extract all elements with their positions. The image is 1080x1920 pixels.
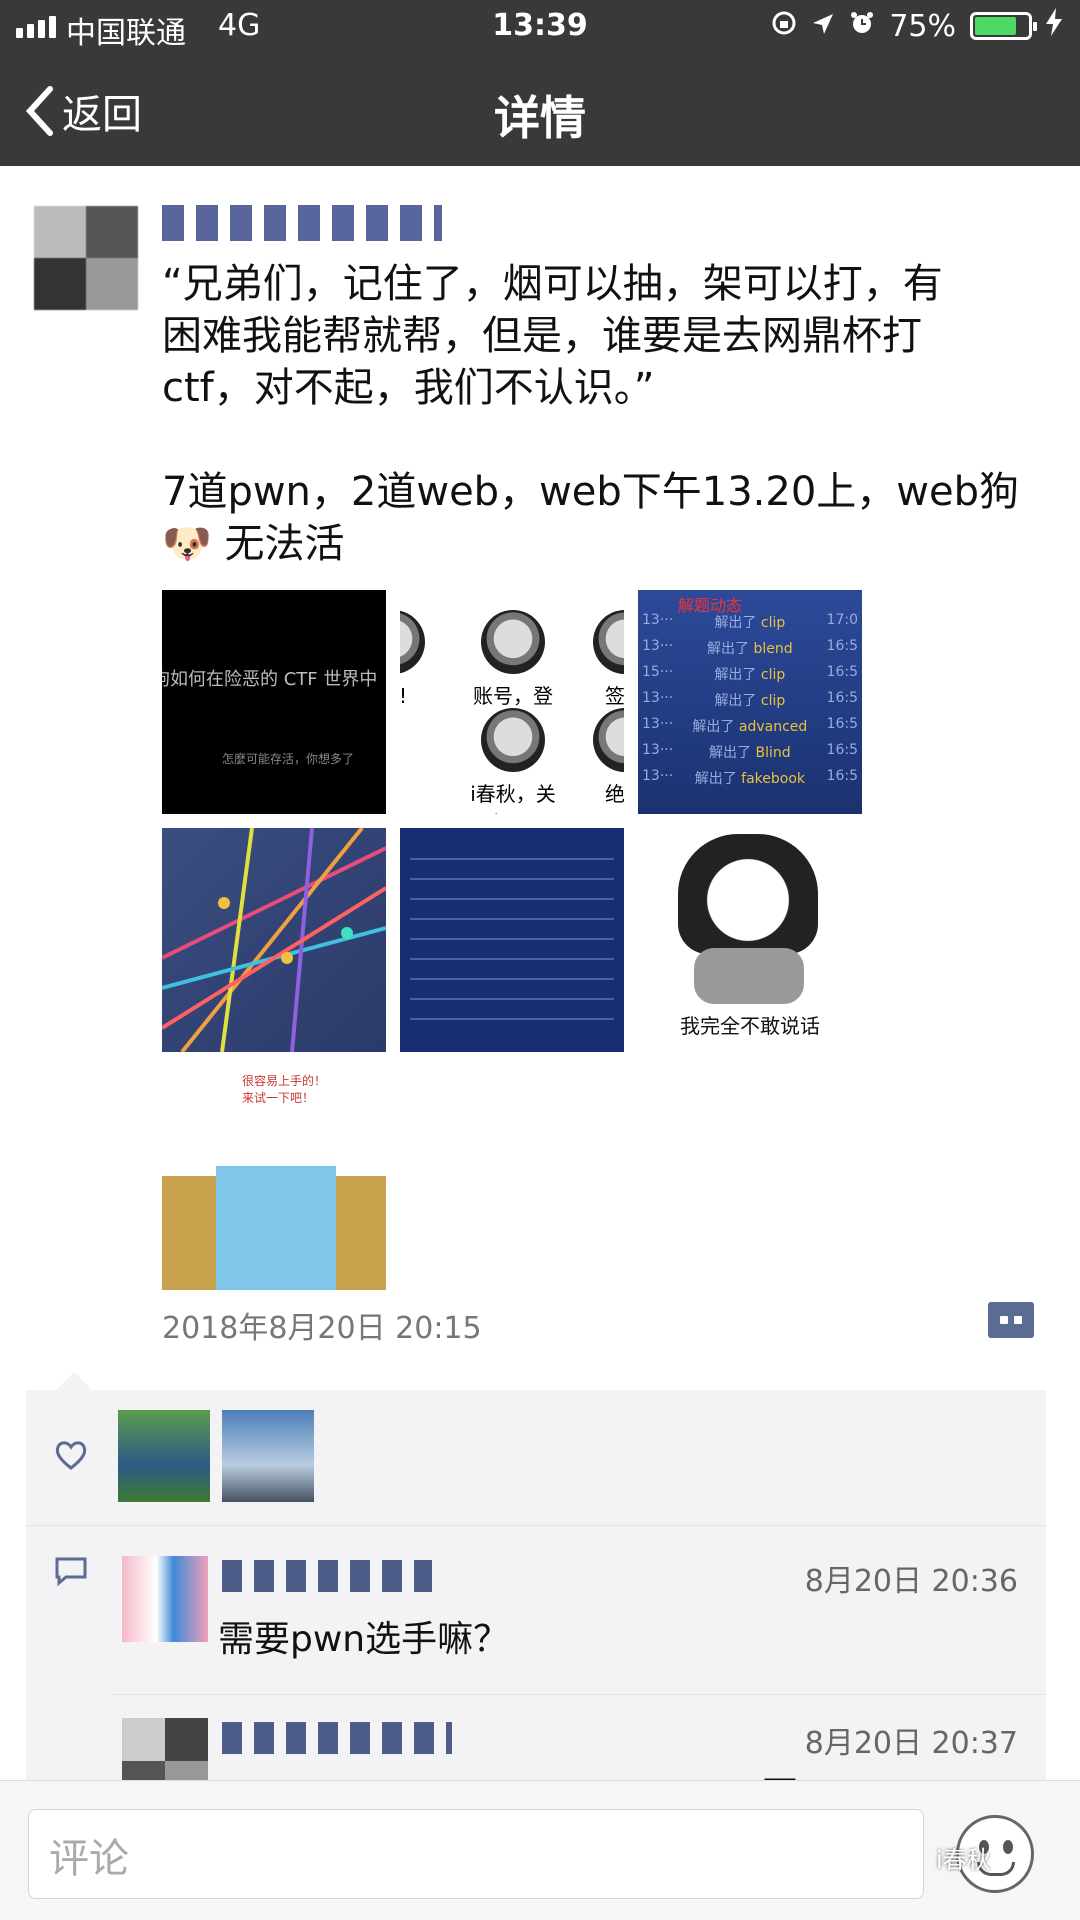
status-bar: 中国联通 4G 13:39 75% (0, 0, 1080, 54)
commenter-name-redacted[interactable] (222, 1560, 432, 1592)
comment-time: 8月20日 20:36 (804, 1564, 1018, 1599)
image-caption: 怎麼可能存活，你想多了 (222, 752, 355, 766)
solve-row: 13··· 解出了 clip 16:5 (642, 690, 858, 709)
comment-icon (54, 1556, 88, 1590)
meme-caption: 签到 (605, 684, 624, 708)
image-caption: 狗如何在险恶的 CTF 世界中 (162, 669, 378, 690)
comment-item[interactable]: 8月20日 20:36 需要pwn选手嘛？ (26, 1526, 1046, 1692)
comment-item[interactable]: 8月20日 20:37 要 (26, 1696, 1046, 1816)
post-image-2[interactable]: 动! 账号，登录！ 签到 i春秋，关闭！ 绝地 (400, 590, 624, 814)
meme-caption: i春秋，关闭！ (470, 782, 556, 814)
commenter-avatar[interactable] (122, 1556, 208, 1642)
meme-caption: 绝地 (605, 782, 624, 806)
meme-face (678, 834, 818, 954)
comment-text: 需要pwn选手嘛？ (218, 1619, 510, 1660)
solve-row: 13··· 解出了 clip 17:0 (642, 612, 858, 631)
battery-icon (970, 12, 1037, 40)
post-text: “兄弟们，记住了，烟可以抽，架可以打，有 困难我能帮就帮，但是，谁要是去网鼎杯打… (162, 258, 1042, 570)
solve-row: 13··· 解出了 Blind 16:5 (642, 742, 858, 761)
post-image-6[interactable]: 我完全不敢说话 (638, 828, 862, 1052)
post-line: ctf，对不起，我们不认识。” (162, 365, 655, 411)
commenter-name-redacted[interactable] (222, 1722, 452, 1754)
author-avatar[interactable] (34, 206, 138, 310)
location-icon (811, 9, 835, 44)
post-line: “兄弟们，记住了，烟可以抽，架可以打，有 (162, 261, 943, 307)
post-line: 7道pwn，2道web，web下午13.20上，web狗 (162, 469, 1020, 515)
charging-icon (1046, 8, 1062, 44)
battery-percent: 75% (889, 8, 956, 44)
likes-row (26, 1390, 1046, 1526)
solve-row: 15··· 解出了 clip 16:5 (642, 664, 858, 683)
rotation-lock-icon (771, 9, 797, 44)
meme-caption: 我完全不敢说话 (680, 1014, 820, 1038)
solve-row: 13··· 解出了 advanced 16:5 (642, 716, 858, 735)
post-image-3[interactable]: 解题动态 13··· 解出了 clip 17:0 13··· 解出了 blend 16:5… (638, 590, 862, 814)
author-name-redacted[interactable] (162, 205, 442, 241)
more-actions-button[interactable] (988, 1302, 1034, 1338)
post-image-7[interactable]: 很容易上手的！来试一下吧！ (162, 1066, 386, 1290)
comment-time: 8月20日 20:37 (804, 1726, 1018, 1761)
likes-comments-panel: 8月20日 20:36 需要pwn选手嘛？ 8月20日 20:37 要 (26, 1372, 1046, 1816)
watermark: i春秋 (936, 1846, 991, 1874)
page-title: 详情 (494, 91, 586, 145)
post-image-5[interactable] (400, 828, 624, 1052)
alarm-icon (849, 9, 875, 44)
heart-icon (54, 1440, 88, 1474)
comment-input[interactable]: 评论 (28, 1809, 924, 1899)
post-image-4[interactable] (162, 828, 386, 1052)
line-graphic (162, 828, 386, 1052)
comment-bar: 评论 (0, 1780, 1080, 1920)
meme-caption: 动! (400, 684, 407, 708)
liker-avatar[interactable] (118, 1410, 210, 1502)
solve-row: 13··· 解出了 blend 16:5 (642, 638, 858, 657)
liker-avatar[interactable] (222, 1410, 314, 1502)
post-line: 困难我能帮就帮，但是，谁要是去网鼎杯打 (162, 313, 922, 359)
image-caption: 很容易上手的！来试一下吧！ (242, 1074, 327, 1105)
post-image-1[interactable]: 狗如何在险恶的 CTF 世界中 怎麼可能存活，你想多了 (162, 590, 386, 814)
post-timestamp: 2018年8月20日 20:15 (162, 1311, 482, 1346)
post-line: 🐶 无法活 (162, 521, 345, 567)
solve-row: 13··· 解出了 fakebook 16:5 (642, 768, 858, 787)
nav-bar: 返回 详情 (0, 54, 1080, 166)
